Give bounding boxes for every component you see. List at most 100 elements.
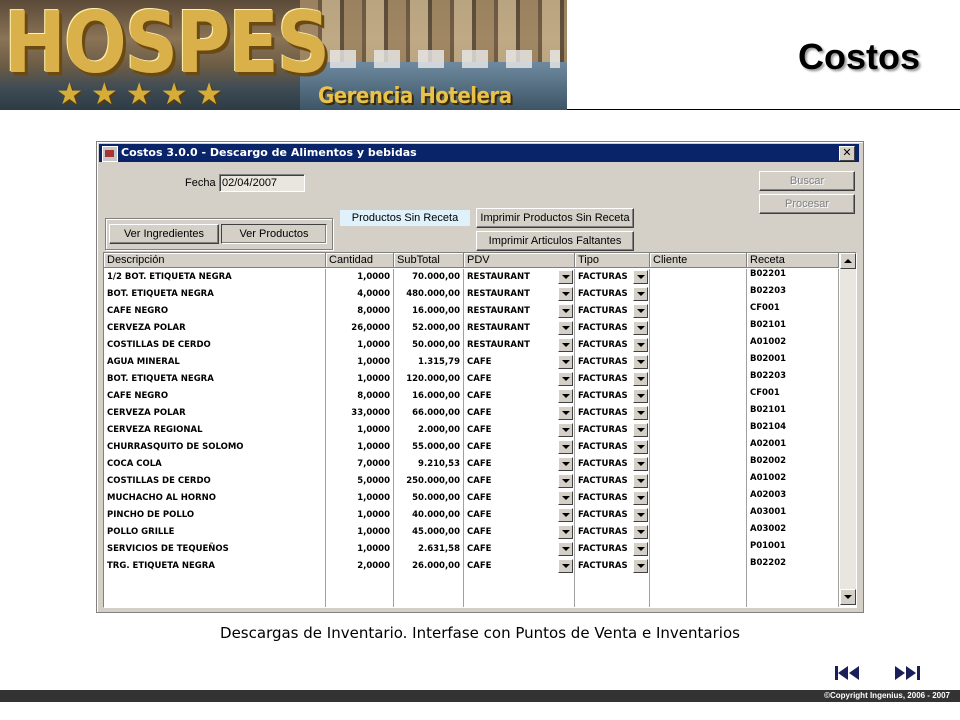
cell-tipo[interactable]: FACTURAS	[575, 422, 633, 439]
cell-tipo[interactable]: FACTURAS	[575, 320, 633, 337]
table-row[interactable]: 1/2 BOT. ETIQUETA NEGRA 1,0000 70.000,00 RE…	[104, 269, 839, 286]
header-subtotal[interactable]: SubTotal	[394, 253, 464, 268]
header-receta[interactable]: Receta	[747, 253, 839, 268]
cell-cliente[interactable]	[650, 422, 746, 439]
pdv-dropdown-button[interactable]	[558, 304, 573, 318]
table-row[interactable]: AGUA MINERAL 1,0000 1.315,79 CAFE FACTURAS B0…	[104, 354, 839, 371]
pdv-dropdown-button[interactable]	[558, 542, 573, 556]
buscar-button[interactable]: Buscar	[759, 171, 855, 191]
close-button[interactable]: ✕	[839, 146, 855, 161]
cell-cliente[interactable]	[650, 320, 746, 337]
tipo-dropdown-button[interactable]	[633, 389, 648, 403]
tipo-dropdown-button[interactable]	[633, 355, 648, 369]
cell-pdv[interactable]: CAFE	[464, 473, 558, 490]
pdv-dropdown-button[interactable]	[558, 457, 573, 471]
table-row[interactable]: COSTILLAS DE CERDO 5,0000 250.000,00 CAFE FA…	[104, 473, 839, 490]
cell-tipo[interactable]: FACTURAS	[575, 269, 633, 286]
cell-pdv[interactable]: CAFE	[464, 541, 558, 558]
table-row[interactable]: BOT. ETIQUETA NEGRA 1,0000 120.000,00 CAFE F…	[104, 371, 839, 388]
cell-tipo[interactable]: FACTURAS	[575, 524, 633, 541]
cell-cliente[interactable]	[650, 456, 746, 473]
cell-pdv[interactable]: CAFE	[464, 439, 558, 456]
cell-pdv[interactable]: CAFE	[464, 524, 558, 541]
cell-cliente[interactable]	[650, 558, 746, 575]
pdv-dropdown-button[interactable]	[558, 355, 573, 369]
cell-pdv[interactable]: RESTAURANT	[464, 303, 558, 320]
cell-tipo[interactable]: FACTURAS	[575, 473, 633, 490]
procesar-button[interactable]: Procesar	[759, 194, 855, 214]
pdv-dropdown-button[interactable]	[558, 508, 573, 522]
cell-tipo[interactable]: FACTURAS	[575, 558, 633, 575]
pdv-dropdown-button[interactable]	[558, 491, 573, 505]
cell-pdv[interactable]: CAFE	[464, 456, 558, 473]
cell-pdv[interactable]: CAFE	[464, 558, 558, 575]
cell-tipo[interactable]: FACTURAS	[575, 490, 633, 507]
pdv-dropdown-button[interactable]	[558, 525, 573, 539]
tipo-dropdown-button[interactable]	[633, 559, 648, 573]
cell-tipo[interactable]: FACTURAS	[575, 371, 633, 388]
tipo-dropdown-button[interactable]	[633, 508, 648, 522]
scroll-up-button[interactable]	[840, 253, 856, 269]
table-row[interactable]: POLLO GRILLE 1,0000 45.000,00 CAFE FACTURAS A…	[104, 524, 839, 541]
cell-cliente[interactable]	[650, 439, 746, 456]
pdv-dropdown-button[interactable]	[558, 559, 573, 573]
cell-tipo[interactable]: FACTURAS	[575, 405, 633, 422]
cell-cliente[interactable]	[650, 388, 746, 405]
cell-pdv[interactable]: RESTAURANT	[464, 269, 558, 286]
cell-tipo[interactable]: FACTURAS	[575, 507, 633, 524]
table-row[interactable]: TRG. ETIQUETA NEGRA 2,0000 26.000,00 CAFE FA…	[104, 558, 839, 575]
table-row[interactable]: CERVEZA POLAR 26,0000 52.000,00 RESTAURANT F…	[104, 320, 839, 337]
window-titlebar[interactable]: Costos 3.0.0 - Descargo de Alimentos y b…	[99, 144, 859, 162]
pdv-dropdown-button[interactable]	[558, 270, 573, 284]
header-tipo[interactable]: Tipo	[575, 253, 650, 268]
previous-slide-button[interactable]	[834, 663, 864, 683]
cell-cliente[interactable]	[650, 524, 746, 541]
pdv-dropdown-button[interactable]	[558, 372, 573, 386]
cell-pdv[interactable]: RESTAURANT	[464, 286, 558, 303]
cell-cliente[interactable]	[650, 269, 746, 286]
pdv-dropdown-button[interactable]	[558, 287, 573, 301]
grid-vertical-scrollbar[interactable]	[840, 253, 856, 605]
cell-cliente[interactable]	[650, 541, 746, 558]
imprimir-productos-sin-receta-button[interactable]: Imprimir Productos Sin Receta	[476, 208, 634, 228]
table-row[interactable]: COCA COLA 7,0000 9.210,53 CAFE FACTURAS B0200…	[104, 456, 839, 473]
tipo-dropdown-button[interactable]	[633, 423, 648, 437]
table-row[interactable]: CERVEZA POLAR 33,0000 66.000,00 CAFE FACTURA…	[104, 405, 839, 422]
ver-ingredientes-button[interactable]: Ver Ingredientes	[109, 224, 219, 244]
cell-tipo[interactable]: FACTURAS	[575, 541, 633, 558]
tipo-dropdown-button[interactable]	[633, 406, 648, 420]
tipo-dropdown-button[interactable]	[633, 440, 648, 454]
tipo-dropdown-button[interactable]	[633, 457, 648, 471]
table-row[interactable]: MUCHACHO AL HORNO 1,0000 50.000,00 CAFE FACT…	[104, 490, 839, 507]
descargo-grid[interactable]: Descripción Cantidad SubTotal PDV Tipo C…	[103, 252, 857, 608]
cell-cliente[interactable]	[650, 473, 746, 490]
ver-productos-button[interactable]: Ver Productos	[221, 224, 327, 244]
table-row[interactable]: CHURRASQUITO DE SOLOMO 1,0000 55.000,00 CAF…	[104, 439, 839, 456]
tipo-dropdown-button[interactable]	[633, 491, 648, 505]
cell-tipo[interactable]: FACTURAS	[575, 286, 633, 303]
cell-cliente[interactable]	[650, 337, 746, 354]
cell-pdv[interactable]: CAFE	[464, 354, 558, 371]
table-row[interactable]: CERVEZA REGIONAL 1,0000 2.000,00 CAFE FACTUR…	[104, 422, 839, 439]
cell-cliente[interactable]	[650, 286, 746, 303]
cell-cliente[interactable]	[650, 490, 746, 507]
cell-cliente[interactable]	[650, 507, 746, 524]
header-pdv[interactable]: PDV	[464, 253, 575, 268]
header-cliente[interactable]: Cliente	[650, 253, 747, 268]
tipo-dropdown-button[interactable]	[633, 321, 648, 335]
table-row[interactable]: SERVICIOS DE TEQUEÑOS 1,0000 2.631,58 CAFE F…	[104, 541, 839, 558]
cell-tipo[interactable]: FACTURAS	[575, 354, 633, 371]
cell-pdv[interactable]: CAFE	[464, 388, 558, 405]
cell-pdv[interactable]: CAFE	[464, 422, 558, 439]
cell-tipo[interactable]: FACTURAS	[575, 337, 633, 354]
pdv-dropdown-button[interactable]	[558, 338, 573, 352]
cell-tipo[interactable]: FACTURAS	[575, 439, 633, 456]
table-row[interactable]: COSTILLAS DE CERDO 1,0000 50.000,00 RESTAUR…	[104, 337, 839, 354]
cell-tipo[interactable]: FACTURAS	[575, 388, 633, 405]
cell-tipo[interactable]: FACTURAS	[575, 456, 633, 473]
pdv-dropdown-button[interactable]	[558, 406, 573, 420]
scroll-down-button[interactable]	[840, 589, 856, 605]
tipo-dropdown-button[interactable]	[633, 287, 648, 301]
tipo-dropdown-button[interactable]	[633, 372, 648, 386]
cell-pdv[interactable]: RESTAURANT	[464, 337, 558, 354]
